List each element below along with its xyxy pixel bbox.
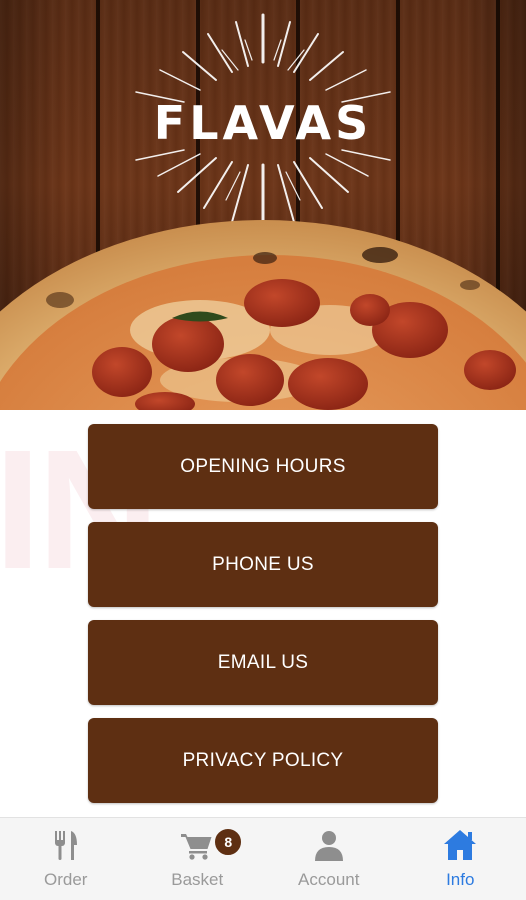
nav-label-order: Order — [44, 870, 88, 889]
nav-label-info: Info — [446, 870, 475, 889]
privacy-policy-button[interactable]: PRIVACY POLICY — [88, 718, 438, 803]
opening-hours-button[interactable]: OPENING HOURS — [88, 424, 438, 509]
info-menu: OPENING HOURS PHONE US EMAIL US PRIVACY … — [88, 424, 438, 816]
nav-label-basket: Basket — [171, 870, 224, 889]
email-us-button[interactable]: EMAIL US — [88, 620, 438, 705]
bottom-navigation-bar: Order 8 Basket Account Info — [0, 817, 526, 900]
nav-tab-info[interactable]: Info — [395, 818, 526, 900]
hero-banner: FLAVAS — [0, 0, 526, 410]
home-icon — [444, 830, 477, 860]
cart-icon — [181, 834, 212, 860]
fork-knife-icon — [54, 831, 77, 860]
nav-tab-basket[interactable]: 8 Basket — [132, 818, 264, 900]
pizza-image — [0, 220, 526, 410]
nav-label-account: Account — [298, 870, 360, 889]
nav-tab-order[interactable]: Order — [0, 818, 132, 900]
person-icon — [314, 831, 343, 861]
basket-count-badge: 8 — [213, 827, 244, 857]
phone-us-button[interactable]: PHONE US — [88, 522, 438, 607]
nav-tab-account[interactable]: Account — [263, 818, 395, 900]
